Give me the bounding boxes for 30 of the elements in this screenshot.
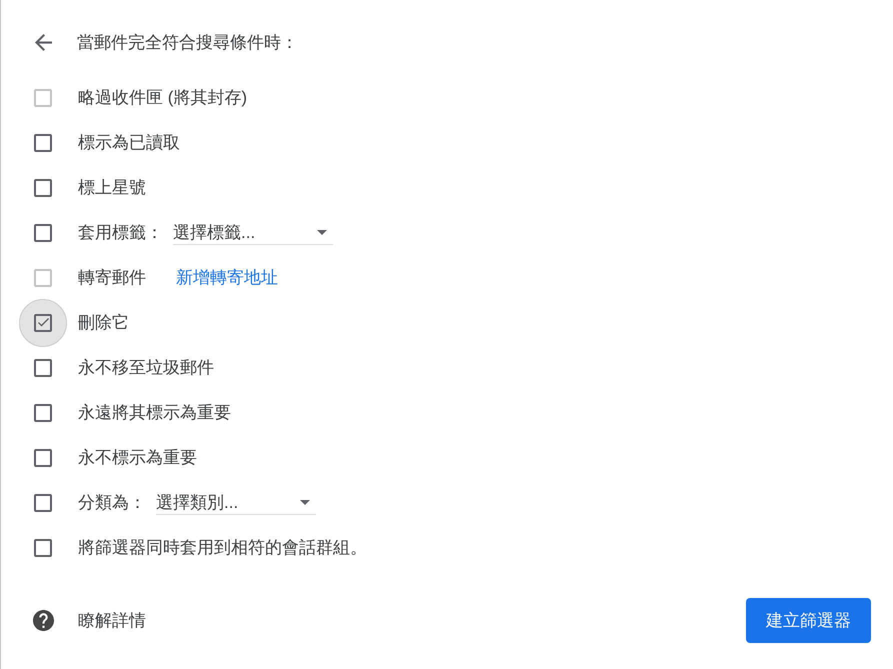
page-title: 當郵件完全符合搜尋條件時：: [77, 32, 298, 54]
help-icon[interactable]: [33, 610, 54, 631]
option-label: 將篩選器同時套用到相符的會話群組。: [78, 537, 367, 559]
option-label: 轉寄郵件: [78, 267, 146, 289]
caret-icon: [317, 230, 327, 234]
option-label: 永不標示為重要: [78, 447, 197, 469]
option-label: 永遠將其標示為重要: [78, 402, 231, 424]
option-label: 分類為：: [78, 492, 146, 514]
checkbox[interactable]: [34, 538, 52, 556]
checkbox[interactable]: [34, 448, 52, 466]
learn-more-link[interactable]: 瞭解詳情: [78, 609, 146, 632]
back-arrow-icon[interactable]: [35, 34, 52, 50]
checkbox[interactable]: [34, 314, 52, 332]
checkbox[interactable]: [34, 134, 52, 152]
checkbox[interactable]: [34, 224, 52, 242]
checkbox[interactable]: [34, 178, 52, 196]
create-filter-button[interactable]: 建立篩選器: [746, 598, 871, 643]
option-label: 永不移至垃圾郵件: [78, 357, 214, 379]
checkbox[interactable]: [34, 358, 52, 376]
check-icon: [38, 318, 48, 327]
select-dropdown[interactable]: 選擇類別...: [156, 490, 316, 514]
option-label: 標上星號: [78, 177, 146, 199]
caret-icon: [300, 500, 310, 504]
option-label: 刪除它: [78, 312, 129, 334]
select-dropdown[interactable]: 選擇標籤...: [173, 220, 333, 244]
checkbox[interactable]: [34, 494, 52, 512]
checkbox[interactable]: [34, 404, 52, 422]
option-label: 套用標籤：: [78, 222, 163, 244]
option-label: 標示為已讀取: [78, 132, 180, 154]
option-label: 略過收件匣 (將其封存): [78, 87, 248, 109]
